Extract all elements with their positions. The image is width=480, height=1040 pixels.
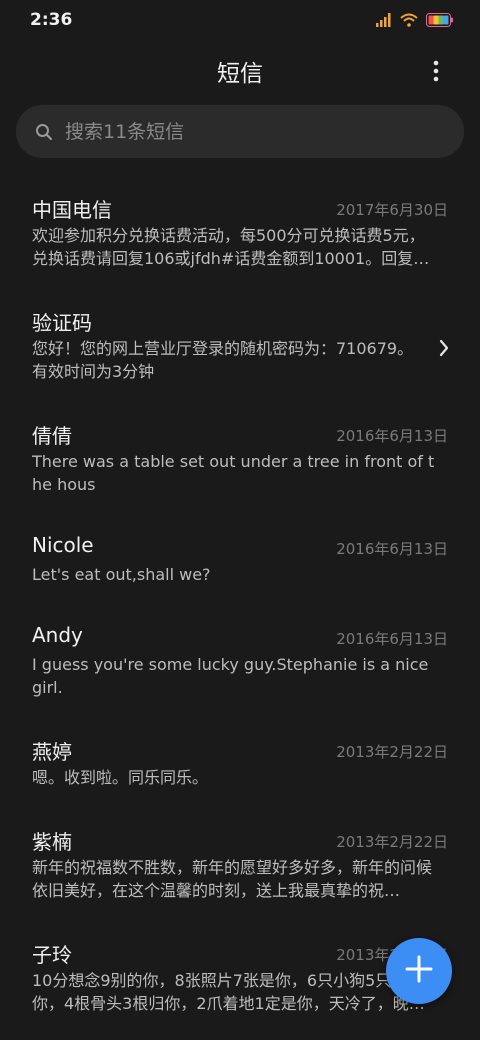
message-preview: 您好！您的网上营业厅登录的随机密码为：710679。有效时间为3分钟	[32, 339, 414, 381]
search-bar[interactable]	[16, 105, 464, 158]
search-icon	[35, 123, 53, 141]
message-item[interactable]: 中国电信 2017年6月30日 欢迎参加积分兑换话费活动，每500分可兑换话费5…	[0, 180, 480, 292]
signal-icon	[376, 12, 392, 31]
header: 短信	[0, 48, 480, 92]
message-preview: Let's eat out,shall we?	[32, 565, 211, 584]
more-options-button[interactable]	[416, 58, 456, 88]
message-sender: 中国电信	[32, 198, 112, 222]
message-preview: 欢迎参加积分兑换话费活动，每500分可兑换话费5元，兑换话费请回复106或jfd…	[32, 226, 430, 268]
new-message-button[interactable]	[386, 938, 452, 1004]
message-sender: 倩倩	[32, 424, 72, 448]
status-bar: 2:36	[0, 0, 480, 40]
message-item[interactable]: 验证码 您好！您的网上营业厅登录的随机密码为：710679。有效时间为3分钟	[0, 293, 480, 405]
chevron-right-icon[interactable]	[438, 338, 450, 358]
message-date: 2013年2月22日	[336, 743, 448, 761]
battery-icon	[426, 12, 454, 31]
message-preview: 10分想念9别的你，8张照片7张是你，6只小狗5只像你，4根骨头3根归你，2爪着…	[32, 971, 425, 1013]
message-sender: 紫楠	[32, 830, 72, 854]
more-vertical-icon	[433, 60, 439, 86]
message-preview: There was a table set out under a tree i…	[32, 452, 435, 494]
message-item[interactable]: 紫楠 2013年2月22日 新年的祝福数不胜数，新年的愿望好多好多，新年的问候依…	[0, 812, 480, 924]
wifi-icon	[400, 12, 418, 31]
message-preview: I guess you're some lucky guy.Stephanie …	[32, 655, 429, 697]
page-title: 短信	[217, 61, 263, 87]
message-date: 2017年6月30日	[336, 201, 448, 219]
message-date: 2016年6月13日	[336, 427, 448, 445]
status-time: 2:36	[30, 10, 73, 30]
message-sender: 燕婷	[32, 740, 72, 764]
message-item[interactable]: Andy 2016年6月13日 I guess you're some luck…	[0, 609, 480, 721]
message-date: 2016年6月13日	[336, 540, 448, 558]
message-sender: 子玲	[32, 943, 72, 967]
message-item[interactable]: 倩倩 2016年6月13日 There was a table set out …	[0, 406, 480, 518]
message-preview: 新年的祝福数不胜数，新年的愿望好多好多，新年的问候依旧美好，在这个温馨的时刻，送…	[32, 858, 433, 900]
message-sender: 验证码	[32, 311, 92, 335]
message-date: 2016年6月13日	[336, 630, 448, 648]
message-sender: Nicole	[32, 533, 94, 557]
plus-icon	[405, 955, 433, 987]
message-preview: 嗯。收到啦。同乐同乐。	[32, 768, 209, 787]
message-sender: Andy	[32, 623, 83, 647]
search-input[interactable]	[63, 119, 427, 144]
message-date: 2013年2月22日	[336, 833, 448, 851]
status-icons	[376, 12, 454, 31]
